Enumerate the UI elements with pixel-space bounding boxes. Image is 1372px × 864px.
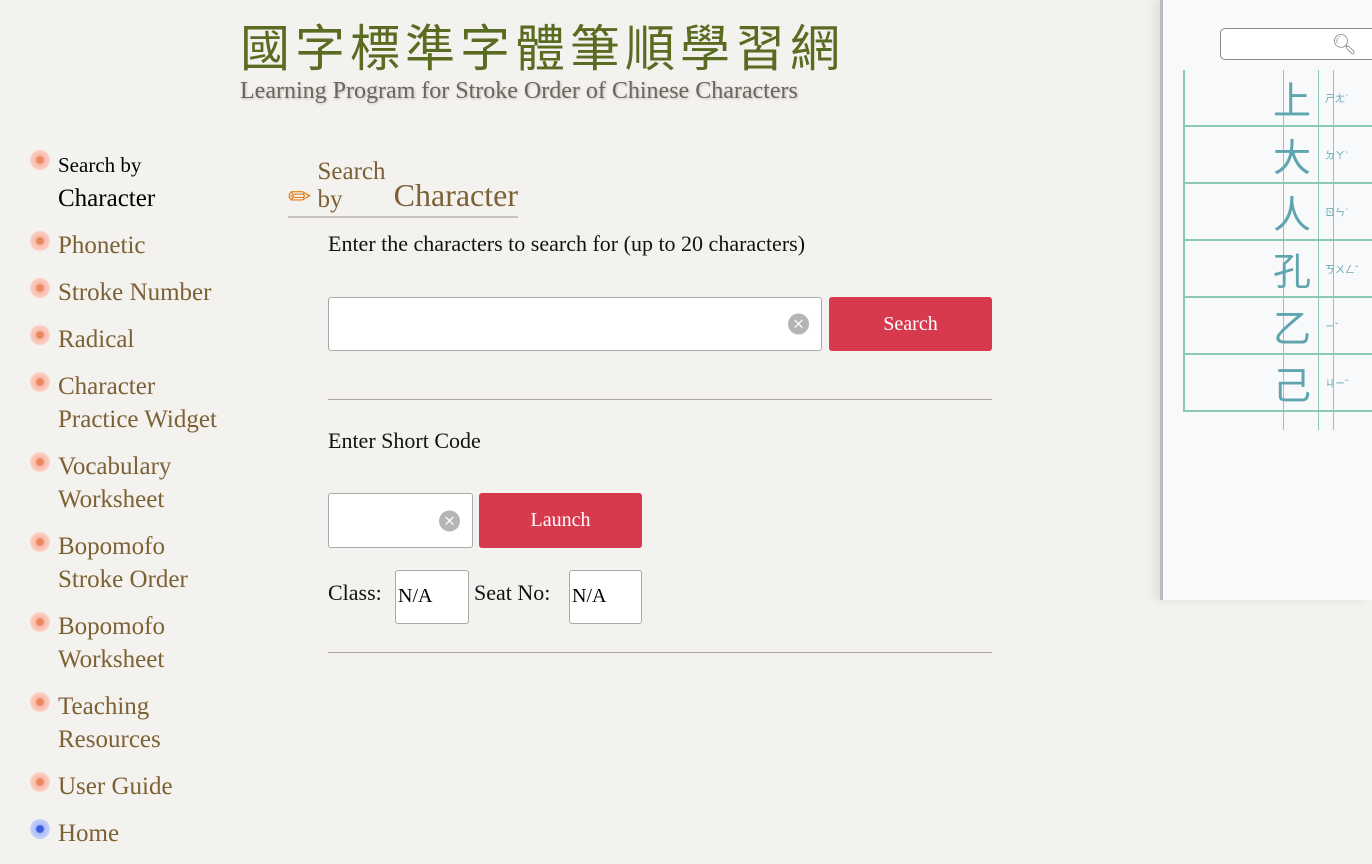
sidebar-item-radical[interactable]: Radical (30, 323, 260, 356)
sidebar-item-practice-widget[interactable]: Character Practice Widget (30, 370, 260, 436)
site-logo[interactable]: 國字標準字體筆順學習網 Learning Program for Stroke … (240, 22, 845, 105)
sidebar-nav: Search by Character Phonetic Stroke Numbe… (30, 148, 260, 864)
sidebar-item-label: Bopomofo Worksheet (58, 613, 165, 673)
sidebar-item-home[interactable]: Home (30, 817, 260, 850)
class-label: Class: (328, 580, 382, 605)
flower-icon (30, 612, 50, 632)
sidebar-item-bopomofo-stroke-order[interactable]: Bopomofo Stroke Order (30, 530, 260, 596)
decor-zhuyin: ㄎㄨㄥˇ (1325, 265, 1359, 276)
sidebar-item-search-by-character[interactable]: Search by Character (30, 148, 260, 215)
pencil-icon: ✏︎ (288, 182, 312, 213)
sidebar-item-vocabulary-worksheet[interactable]: Vocabulary Worksheet (30, 450, 260, 516)
flower-icon (30, 150, 50, 170)
flower-icon (30, 772, 50, 792)
sidebar-item-label: Teaching Resources (58, 693, 161, 753)
sidebar-item-label: Phonetic (58, 232, 146, 259)
flower-icon (30, 452, 50, 472)
flower-icon (30, 692, 50, 712)
flower-icon (30, 819, 50, 839)
sidebar-item-label: Search by (58, 153, 142, 177)
page-title-prefix: Search by (317, 158, 386, 213)
flower-icon (30, 325, 50, 345)
sidebar-item-label: Character Practice Widget (58, 373, 217, 433)
seat-input[interactable]: N/A (569, 570, 642, 624)
decor-char: 大 (1273, 136, 1312, 180)
sidebar-item-user-guide[interactable]: User Guide (30, 770, 260, 803)
page-title: ✏︎ Search by Character (288, 158, 518, 218)
sidebar-item-label: Bopomofo Stroke Order (58, 533, 188, 593)
decor-zhuyin: ㄕㄤˋ (1325, 94, 1349, 105)
flower-icon (30, 278, 50, 298)
short-code-input[interactable]: × (328, 493, 473, 548)
sidebar-item-teaching-resources[interactable]: Teaching Resources (30, 690, 260, 756)
flower-icon (30, 532, 50, 552)
decor-char: 上 (1273, 79, 1312, 123)
search-prompt: Enter the characters to search for (up t… (328, 231, 806, 256)
search-icon[interactable]: 🔍︎ (1332, 32, 1357, 57)
sidebar-item-phonetic[interactable]: Phonetic (30, 229, 260, 262)
sidebar-item-label: User Guide (58, 773, 173, 800)
sidebar-item-label: Home (58, 820, 120, 847)
flower-icon (30, 231, 50, 251)
logo-title-en: Learning Program for Stroke Order of Chi… (240, 78, 798, 104)
search-button[interactable]: Search (829, 297, 992, 351)
logo-title-zh: 國字標準字體筆順學習網 (240, 20, 845, 78)
decor-char: 人 (1273, 193, 1312, 237)
site-search-input[interactable]: 🔍︎ (1220, 28, 1372, 60)
sidebar-item-label: Stroke Number (58, 279, 212, 306)
launch-button[interactable]: Launch (479, 493, 642, 548)
divider (328, 399, 992, 400)
clear-icon[interactable]: × (788, 313, 809, 335)
decor-char: 孔 (1273, 250, 1312, 294)
sidebar-item-bopomofo-worksheet[interactable]: Bopomofo Worksheet (30, 610, 260, 676)
character-search-input[interactable]: × (328, 297, 822, 351)
seat-label: Seat No: (474, 580, 551, 605)
decor-char: 乙 (1273, 307, 1312, 351)
decor-zhuyin: ㄉㄚˋ (1325, 151, 1349, 162)
decor-char: 己 (1273, 364, 1312, 408)
sidebar-item-label: Vocabulary Worksheet (58, 453, 172, 513)
clear-icon[interactable]: × (439, 510, 460, 531)
divider (328, 652, 992, 653)
decor-zhuyin: ㄐㄧˇ (1325, 379, 1349, 390)
class-input[interactable]: N/A (395, 570, 469, 624)
page-title-main: Character (393, 177, 518, 213)
sidebar-item-label: Character (58, 185, 156, 212)
sidebar-item-label: Radical (58, 326, 135, 353)
decor-zhuyin: ㄖㄣˊ (1325, 208, 1349, 219)
sidebar-item-stroke-number[interactable]: Stroke Number (30, 276, 260, 309)
decor-zhuyin: ㄧˇ (1325, 322, 1339, 333)
flower-icon (30, 372, 50, 392)
short-code-label: Enter Short Code (328, 428, 481, 453)
notebook-decoration: 上 ㄕㄤˋ 大 ㄉㄚˋ 人 ㄖㄣˊ 孔 ㄎㄨㄥˇ 乙 ㄧˇ 己 ㄐㄧˇ (1160, 0, 1372, 600)
